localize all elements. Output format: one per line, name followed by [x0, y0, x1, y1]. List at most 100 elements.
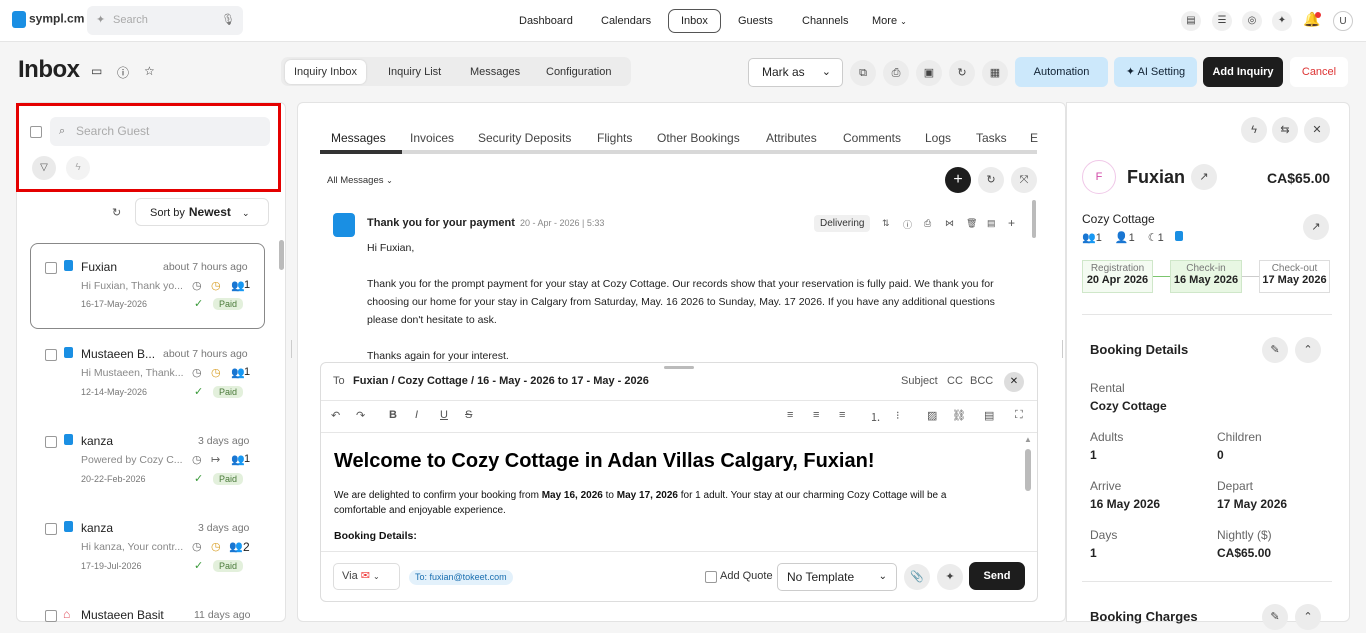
tab-messages[interactable]: Messages [461, 60, 529, 84]
message-filter[interactable]: All Messages ⌄ [327, 175, 393, 186]
collapse-icon[interactable]: ⤧ [1011, 167, 1037, 193]
tab-messages[interactable]: Messages [331, 131, 386, 145]
channel-select[interactable]: Via ✉ ⌄ [333, 563, 400, 590]
document-icon[interactable]: ▤ [987, 218, 996, 229]
plus-icon[interactable]: + [1008, 216, 1015, 230]
subject-toggle[interactable]: Subject [901, 375, 938, 387]
email-editor[interactable]: Welcome to Cozy Cottage in Adan Villas C… [321, 432, 1037, 552]
print-icon[interactable]: ⎙ [883, 60, 909, 86]
guest-name[interactable]: kanza [81, 521, 113, 535]
star-icon[interactable]: ☆ [144, 64, 155, 78]
close-icon[interactable]: ✕ [1304, 117, 1330, 143]
open-external-icon[interactable]: ↗ [1191, 164, 1217, 190]
tab-inquiry-inbox[interactable]: Inquiry Inbox [285, 60, 366, 84]
tab-invoices[interactable]: Invoices [410, 131, 454, 145]
code-icon[interactable]: ▤ [984, 409, 994, 422]
tab-security-deposits[interactable]: Security Deposits [478, 131, 571, 145]
guest-name[interactable]: Mustaeen B... [81, 347, 155, 361]
conversation-checkbox[interactable] [45, 610, 57, 622]
ai-sparkle-icon[interactable]: ✦ [1272, 11, 1292, 31]
search-guest-input[interactable]: ⌕ Search Guest [50, 117, 270, 146]
message-scrollbar[interactable] [1032, 200, 1036, 238]
lightning-icon[interactable]: ϟ [1241, 117, 1267, 143]
send-button[interactable]: Send [969, 562, 1025, 590]
trash-icon[interactable]: 🗑 [966, 218, 977, 229]
panel-resize-handle[interactable] [291, 340, 292, 358]
settings-sliders-icon[interactable]: ⇆ [1272, 117, 1298, 143]
add-inquiry-button[interactable]: Add Inquiry [1203, 57, 1283, 87]
list-search-icon[interactable]: ☰ [1212, 11, 1232, 31]
lightning-icon[interactable]: ϟ [66, 156, 90, 180]
bcc-toggle[interactable]: BCC [970, 375, 993, 387]
microphone-icon[interactable]: 🎙 [221, 6, 235, 35]
link-icon[interactable]: ⛓ [952, 409, 966, 422]
template-select[interactable]: No Template ⌄ [777, 563, 897, 591]
conversation-checkbox[interactable] [45, 523, 57, 535]
attachment-icon[interactable]: 📎 [904, 564, 930, 590]
conversation-checkbox[interactable] [45, 262, 57, 274]
brand-logo[interactable]: sympl.cm [12, 11, 84, 28]
edit-icon[interactable]: ✎ [1262, 604, 1288, 630]
resize-handle[interactable] [664, 366, 694, 369]
tab-other-bookings[interactable]: Other Bookings [657, 131, 740, 145]
align-right-icon[interactable]: ≡ [839, 409, 845, 421]
list-scrollbar[interactable] [279, 240, 284, 270]
open-external-icon[interactable]: ↗ [1303, 214, 1329, 240]
refresh-icon[interactable]: ↻ [949, 60, 975, 86]
scroll-up-icon[interactable]: ▲ [1024, 435, 1032, 444]
bold-icon[interactable]: B [389, 409, 397, 421]
sort-icon[interactable]: ⇅ [882, 218, 890, 229]
info-icon[interactable]: ⓘ [903, 218, 912, 231]
nav-channels[interactable]: Channels [790, 9, 860, 33]
mark-as-select[interactable]: Mark as ⌄ [748, 58, 843, 87]
add-message-button[interactable]: + [945, 167, 971, 193]
strikethrough-icon[interactable]: S [465, 409, 472, 421]
redo-icon[interactable]: ↷ [356, 409, 365, 422]
calendar-icon[interactable]: ▦ [982, 60, 1008, 86]
chevron-up-icon[interactable]: ⌃ [1295, 337, 1321, 363]
nav-dashboard[interactable]: Dashboard [507, 9, 585, 33]
refresh-icon[interactable]: ↻ [112, 206, 121, 219]
edit-icon[interactable]: ✎ [1262, 337, 1288, 363]
recipient-chip[interactable]: To: fuxian@tokeet.com [409, 570, 513, 585]
italic-icon[interactable]: I [415, 409, 418, 421]
video-icon[interactable]: ▭ [91, 64, 102, 78]
global-search-input[interactable]: ✦ Search 🎙 [87, 6, 243, 35]
print-icon[interactable]: ⎙ [924, 218, 931, 229]
share-icon[interactable]: ⋈ [945, 218, 954, 229]
refresh-icon[interactable]: ↻ [978, 167, 1004, 193]
tab-comments[interactable]: Comments [843, 131, 901, 145]
sort-dropdown[interactable]: Sort by Newest ⌄ [135, 198, 269, 226]
select-all-checkbox[interactable] [30, 126, 42, 138]
tab-flights[interactable]: Flights [597, 131, 632, 145]
panel-resize-handle[interactable] [1062, 340, 1063, 358]
numbered-list-icon[interactable]: ⒈ [870, 409, 881, 425]
tab-configuration[interactable]: Configuration [537, 60, 620, 84]
add-quote-label[interactable]: Add Quote [720, 570, 773, 582]
copy-icon[interactable]: ⧉ [850, 60, 876, 86]
user-avatar[interactable]: U [1333, 11, 1353, 31]
bullet-list-icon[interactable]: ⁝ [896, 409, 900, 422]
ai-sparkle-icon[interactable]: ✦ [937, 564, 963, 590]
close-icon[interactable]: ✕ [1004, 372, 1024, 392]
conversation-checkbox[interactable] [45, 436, 57, 448]
image-icon[interactable]: ▨ [927, 409, 937, 422]
automation-button[interactable]: Automation [1015, 57, 1108, 87]
fullscreen-icon[interactable]: ⛶ [1015, 409, 1023, 422]
guest-name[interactable]: kanza [81, 434, 113, 448]
tab-more[interactable]: E [1030, 131, 1038, 145]
tab-inquiry-list[interactable]: Inquiry List [379, 60, 450, 84]
help-icon[interactable]: ⓘ [117, 64, 129, 81]
chevron-up-icon[interactable]: ⌃ [1295, 604, 1321, 630]
calendar-icon[interactable]: ▤ [1181, 11, 1201, 31]
cc-toggle[interactable]: CC [947, 375, 963, 387]
add-quote-checkbox[interactable] [705, 571, 717, 583]
archive-icon[interactable]: ▣ [916, 60, 942, 86]
cancel-button[interactable]: Cancel [1290, 57, 1348, 87]
undo-icon[interactable]: ↶ [331, 409, 340, 422]
ai-setting-button[interactable]: ✦ AI Setting [1114, 57, 1197, 87]
nav-inbox[interactable]: Inbox [668, 9, 721, 33]
guest-name[interactable]: Mustaeen Basit [81, 608, 164, 622]
underline-icon[interactable]: U [440, 409, 448, 421]
recipient-field[interactable]: Fuxian / Cozy Cottage / 16 - May - 2026 … [353, 375, 649, 387]
